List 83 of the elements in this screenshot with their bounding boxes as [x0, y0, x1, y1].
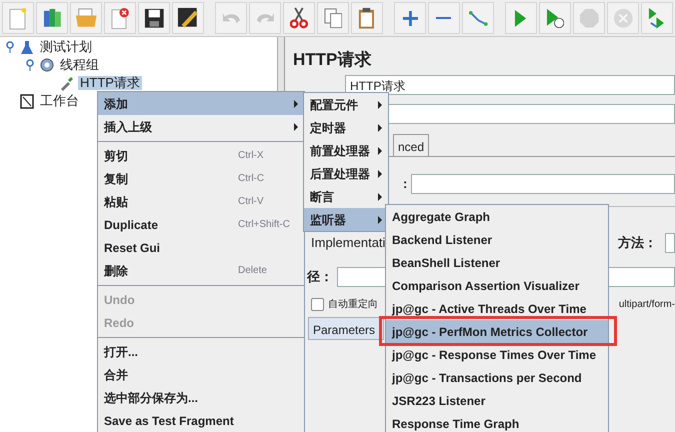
- name-field[interactable]: HTTP请求: [345, 75, 675, 95]
- undo-icon: [222, 12, 240, 24]
- menu-item[interactable]: Response Time Graph: [386, 412, 608, 432]
- play-icon: [514, 8, 528, 28]
- menu-item[interactable]: jp@gc - PerfMon Metrics Collector: [386, 320, 608, 343]
- gear-icon: [39, 56, 55, 74]
- menu-item[interactable]: 添加: [98, 92, 304, 115]
- scissors-icon: [290, 7, 308, 29]
- checkbox-label: 自动重定向: [328, 298, 378, 312]
- remote-play-icon: [648, 6, 666, 30]
- menu-item[interactable]: jp@gc - Active Threads Over Time: [386, 297, 608, 320]
- expand-handle-icon[interactable]: [26, 59, 36, 71]
- toolbar-button[interactable]: [172, 2, 204, 34]
- submenu-arrow-icon: [378, 146, 382, 154]
- menu-item[interactable]: 剪切 Ctrl-X: [98, 144, 304, 167]
- implementation-label: Implementati: [311, 234, 386, 252]
- menu-item[interactable]: jp@gc - Response Times Over Time: [386, 343, 608, 366]
- shortcut-text: Delete: [238, 264, 267, 278]
- submenu-arrow-icon: [378, 124, 382, 132]
- shortcut-text: Ctrl+Shift-C: [238, 218, 290, 232]
- play-timer-icon: [546, 8, 564, 28]
- menu-item[interactable]: 前置处理器: [304, 139, 388, 162]
- flask-icon: [19, 38, 35, 56]
- clipboard-icon: [358, 6, 376, 30]
- submenu-arrow-icon: [378, 192, 382, 200]
- shortcut-text: Ctrl-X: [238, 149, 264, 163]
- stop-icon: [578, 8, 600, 28]
- expand-handle-icon[interactable]: [6, 41, 16, 53]
- redo-icon: [256, 12, 274, 24]
- tree-item[interactable]: 测试计划: [38, 40, 94, 54]
- parameters-tab[interactable]: Parameters: [308, 317, 384, 340]
- method-label: 方法：: [618, 234, 657, 252]
- submenu-arrow-icon: [378, 170, 382, 178]
- menu-item[interactable]: jp@gc - Transactions per Second: [386, 366, 608, 389]
- menu-item[interactable]: 合并: [98, 363, 304, 386]
- menu-item[interactable]: Reset Gui: [98, 236, 304, 259]
- menu-item[interactable]: 复制 Ctrl-C: [98, 167, 304, 190]
- toolbar-button[interactable]: [282, 2, 315, 34]
- menu-item[interactable]: 定时器: [304, 116, 388, 139]
- menu-item[interactable]: 监听器: [304, 208, 388, 231]
- minus-icon: [435, 17, 452, 19]
- notepad-icon: [19, 92, 35, 110]
- menu-item[interactable]: Duplicate Ctrl+Shift-C: [98, 213, 304, 236]
- toolbar-button[interactable]: [350, 2, 383, 34]
- menu-item[interactable]: 配置元件: [304, 93, 388, 116]
- menu-item[interactable]: BeanShell Listener: [386, 251, 608, 274]
- option-text: ultipart/form-: [618, 298, 675, 312]
- shortcut-text: Ctrl-V: [238, 195, 264, 209]
- pipette-icon: [59, 74, 75, 92]
- submenu-arrow-icon: [378, 100, 382, 108]
- new-file-icon: [8, 6, 28, 30]
- menu-item[interactable]: Comparison Assertion Visualizer: [386, 274, 608, 297]
- panel-title: HTTP请求: [293, 49, 372, 69]
- toggle-icon: [468, 10, 488, 26]
- tree-item[interactable]: 线程组: [58, 58, 101, 72]
- menu-item[interactable]: 选中部分保存为...: [98, 386, 304, 409]
- shortcut-text: Ctrl-C: [238, 172, 264, 186]
- tab[interactable]: nced: [393, 134, 430, 156]
- menu-item[interactable]: 断言: [304, 185, 388, 208]
- menu-item[interactable]: 插入上级: [98, 115, 304, 138]
- method-dropdown[interactable]: [665, 233, 675, 253]
- books-icon: [42, 8, 62, 28]
- close-file-icon: [110, 6, 130, 30]
- folder-icon: [74, 8, 98, 28]
- field-label: :: [403, 175, 408, 194]
- path-label: 径：: [307, 268, 333, 286]
- copy-icon: [324, 8, 342, 28]
- menu-item[interactable]: 粘贴 Ctrl-V: [98, 190, 304, 213]
- checkbox[interactable]: [311, 298, 324, 310]
- menu-item[interactable]: 删除 Delete: [98, 259, 304, 282]
- menu-item[interactable]: Backend Listener: [386, 228, 608, 251]
- menu-item[interactable]: 后置处理器: [304, 162, 388, 185]
- menu-item[interactable]: Aggregate Graph: [386, 205, 608, 228]
- floppy-pencil-icon: [177, 7, 199, 29]
- toolbar-button[interactable]: [138, 2, 170, 34]
- menu-item[interactable]: Save as Test Fragment: [98, 409, 304, 432]
- menu-item[interactable]: JSR223 Listener: [386, 389, 608, 412]
- shutdown-icon: [612, 8, 634, 28]
- plus-icon: [402, 10, 418, 26]
- tree-item[interactable]: 工作台: [38, 94, 81, 108]
- text-field[interactable]: [411, 174, 675, 194]
- menu-item[interactable]: 打开...: [98, 340, 304, 363]
- tree-item[interactable]: HTTP请求: [78, 76, 142, 90]
